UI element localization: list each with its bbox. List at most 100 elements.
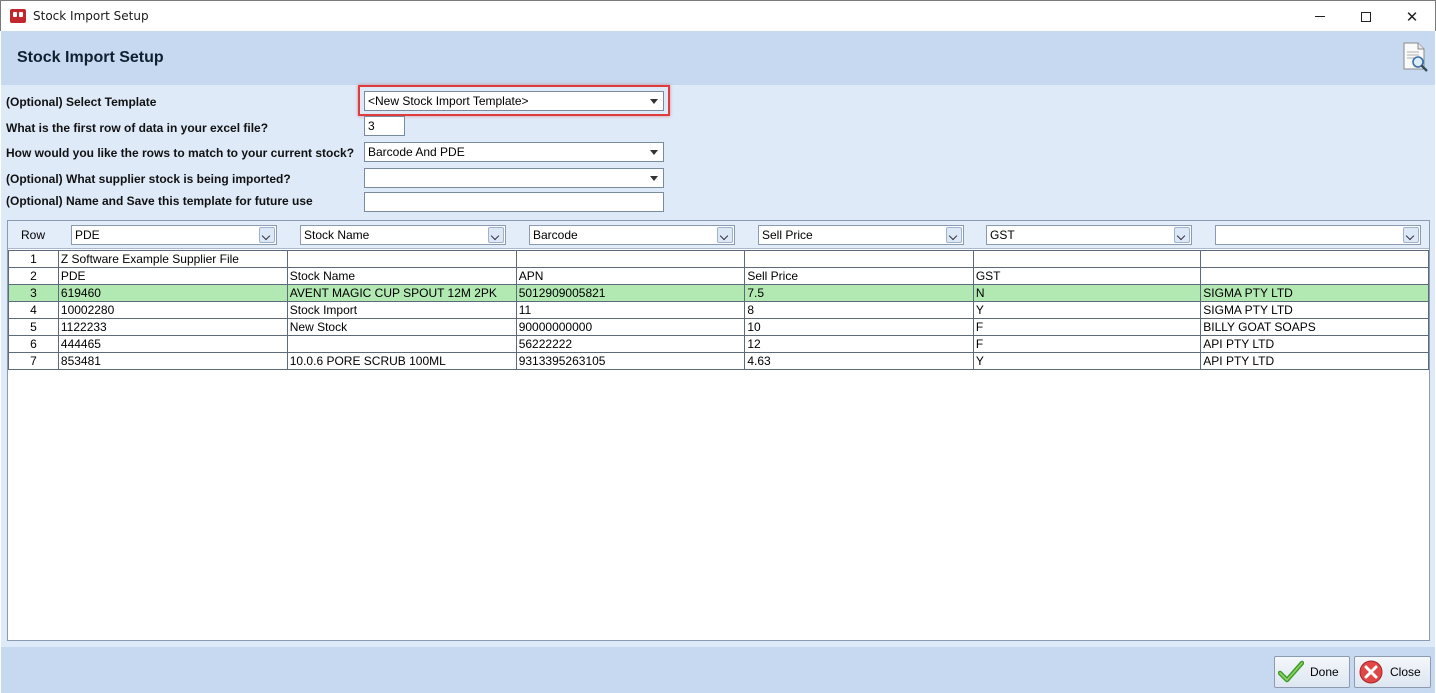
template-name-input[interactable] (364, 192, 664, 212)
save-name-label: (Optional) Name and Save this template f… (6, 194, 313, 208)
column-mapping-select[interactable] (1215, 225, 1421, 245)
table-cell[interactable]: Stock Import (286, 301, 517, 319)
table-cell[interactable] (286, 250, 517, 268)
done-button[interactable]: Done (1274, 656, 1350, 688)
table-cell[interactable]: 4.63 (744, 352, 974, 370)
table-cell[interactable]: New Stock (286, 318, 517, 336)
table-row[interactable]: 6 444465 56222222 12 F API PTY LTD (8, 335, 1429, 353)
table-row[interactable]: 4 10002280 Stock Import 11 8 Y SIGMA PTY LTD (8, 301, 1429, 319)
match-select-value: Barcode And PDE (368, 145, 465, 159)
row-number: 3 (8, 284, 59, 302)
done-button-label: Done (1310, 665, 1339, 679)
supplier-select[interactable] (364, 168, 664, 188)
first-row-label: What is the first row of data in your ex… (6, 121, 269, 135)
table-cell[interactable]: APN (515, 267, 746, 285)
chevron-down-icon (946, 227, 962, 243)
report-preview-icon[interactable] (1401, 42, 1429, 72)
chevron-down-icon (1403, 227, 1419, 243)
table-row[interactable]: 2 PDE Stock Name APN Sell Price GST (8, 267, 1429, 285)
chevron-down-icon (259, 227, 275, 243)
table-row[interactable]: 1Z Software Example Supplier File (8, 250, 1429, 268)
first-row-input[interactable]: 3 (364, 116, 405, 136)
supplier-label: (Optional) What supplier stock is being … (6, 172, 291, 186)
table-cell[interactable]: SIGMA PTY LTD (1200, 301, 1429, 319)
column-mapping-value: Sell Price (762, 228, 813, 242)
table-cell[interactable]: 11 (515, 301, 746, 319)
maximize-icon (1361, 11, 1371, 22)
table-cell[interactable]: Sell Price (744, 267, 974, 285)
table-cell[interactable]: 10.0.6 PORE SCRUB 100ML (286, 352, 517, 370)
table-cell[interactable]: 10002280 (57, 301, 288, 319)
row-number: 6 (8, 335, 59, 353)
table-cell[interactable]: BILLY GOAT SOAPS (1200, 318, 1429, 336)
table-cell[interactable]: 9313395263105 (515, 352, 746, 370)
table-row[interactable]: 5 1122233 New Stock 90000000000 10 F BILLY GOA… (8, 318, 1429, 336)
table-cell[interactable] (1200, 267, 1429, 285)
column-mapping-select[interactable]: Stock Name (300, 225, 506, 245)
table-cell[interactable]: F (972, 318, 1202, 336)
table-cell[interactable]: API PTY LTD (1200, 335, 1429, 353)
import-settings-form: (Optional) Select Template <New Stock Im… (1, 85, 1435, 215)
window-title: Stock Import Setup (33, 9, 149, 23)
close-window-button[interactable]: ✕ (1389, 1, 1435, 32)
table-cell[interactable]: AVENT MAGIC CUP SPOUT 12M 2PK (286, 284, 517, 302)
table-cell[interactable]: PDE (57, 267, 288, 285)
table-cell[interactable]: Y (972, 301, 1202, 319)
template-select[interactable]: <New Stock Import Template> (364, 91, 664, 111)
chevron-down-icon (650, 99, 658, 104)
table-cell[interactable] (515, 250, 746, 268)
table-cell[interactable] (972, 250, 1202, 268)
table-cell[interactable]: 12 (744, 335, 974, 353)
table-cell[interactable]: 90000000000 (515, 318, 746, 336)
row-number: 7 (8, 352, 59, 370)
table-cell[interactable]: Y (972, 352, 1202, 370)
table-cell[interactable]: N (972, 284, 1202, 302)
table-cell[interactable]: 444465 (57, 335, 288, 353)
template-select-value: <New Stock Import Template> (368, 94, 529, 108)
table-cell[interactable] (286, 335, 517, 353)
table-cell[interactable]: 10 (744, 318, 974, 336)
column-mapping-header: Row PDE Stock Name Barcode Sell Price GS… (8, 221, 1429, 249)
table-cell[interactable]: 56222222 (515, 335, 746, 353)
window-titlebar: Stock Import Setup ✕ (0, 0, 1436, 31)
table-cell[interactable]: 619460 (57, 284, 288, 302)
row-number: 5 (8, 318, 59, 336)
table-row[interactable]: 7 853481 10.0.6 PORE SCRUB 100ML 9313395263… (8, 352, 1429, 370)
column-mapping-select[interactable]: GST (986, 225, 1192, 245)
column-mapping-select[interactable]: Sell Price (758, 225, 964, 245)
table-cell[interactable]: 8 (744, 301, 974, 319)
column-mapping-select[interactable]: PDE (71, 225, 277, 245)
table-cell[interactable]: GST (972, 267, 1202, 285)
row-number: 1 (8, 250, 59, 268)
table-cell[interactable] (744, 250, 974, 268)
table-cell[interactable]: 1122233 (57, 318, 288, 336)
chevron-down-icon (1174, 227, 1190, 243)
column-mapping-value: Barcode (533, 228, 578, 242)
table-cell[interactable]: SIGMA PTY LTD (1200, 284, 1429, 302)
page-title: Stock Import Setup (17, 49, 164, 66)
match-select[interactable]: Barcode And PDE (364, 142, 664, 162)
table-cell[interactable]: Stock Name (286, 267, 517, 285)
column-mapping-select[interactable]: Barcode (529, 225, 735, 245)
minimize-button[interactable] (1297, 1, 1343, 32)
maximize-button[interactable] (1343, 1, 1389, 32)
close-button-label: Close (1390, 665, 1421, 679)
table-cell[interactable]: API PTY LTD (1200, 352, 1429, 370)
table-cell[interactable]: 7.5 (744, 284, 974, 302)
close-button[interactable]: Close (1354, 656, 1431, 688)
grid-area: Row PDE Stock Name Barcode Sell Price GS… (1, 215, 1435, 647)
table-cell[interactable]: 853481 (57, 352, 288, 370)
chevron-down-icon (717, 227, 733, 243)
window-controls: ✕ (1297, 1, 1435, 32)
close-x-icon (1359, 660, 1383, 684)
table-cell[interactable]: F (972, 335, 1202, 353)
table-cell[interactable]: Z Software Example Supplier File (57, 250, 288, 268)
match-label: How would you like the rows to match to … (6, 146, 355, 160)
table-row[interactable]: 3 619460 AVENT MAGIC CUP SPOUT 12M 2PK 5012… (8, 284, 1429, 302)
preview-table: 1Z Software Example Supplier File 2 PDE Sto… (8, 250, 1429, 370)
table-cell[interactable] (1200, 250, 1429, 268)
row-column-header: Row (20, 228, 45, 242)
row-number: 4 (8, 301, 59, 319)
table-cell[interactable]: 5012909005821 (515, 284, 746, 302)
chevron-down-icon (650, 150, 658, 155)
